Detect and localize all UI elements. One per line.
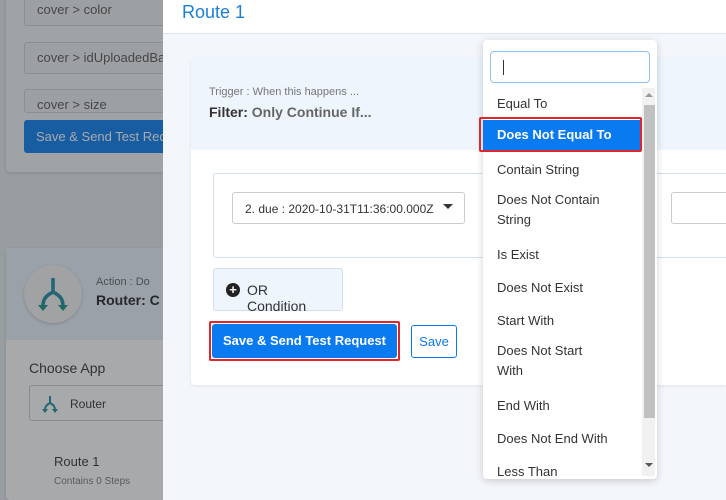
dropdown-option[interactable]: Does Not Exist <box>483 272 640 305</box>
dropdown-option[interactable]: Does Not Contain String <box>483 187 623 239</box>
filter-label: Filter: <box>209 104 248 120</box>
filter-text: Only Continue If... <box>251 104 372 120</box>
dropdown-option[interactable]: End With <box>483 390 640 423</box>
or-condition-label: OR Condition <box>247 282 307 314</box>
save-send-test-button[interactable]: Save & Send Test Request <box>212 324 397 358</box>
field-select[interactable]: 2. due : 2020-10-31T11:36:00.000Z <box>232 192 465 224</box>
modal-backdrop[interactable] <box>0 0 163 500</box>
scroll-down-icon[interactable] <box>645 463 653 467</box>
filter-heading: Filter: Only Continue If... <box>209 104 372 120</box>
dropdown-option[interactable]: Is Exist <box>483 239 640 272</box>
scroll-up-icon[interactable] <box>645 93 653 97</box>
dropdown-option[interactable]: Less Than <box>483 456 640 479</box>
dropdown-option[interactable]: Does Not Start With <box>483 338 623 390</box>
highlight-outline <box>479 117 642 152</box>
dropdown-search-input[interactable] <box>490 51 650 83</box>
or-condition-button[interactable]: + OR Condition <box>213 268 343 314</box>
caret-down-icon[interactable] <box>443 204 453 209</box>
save-button[interactable]: Save <box>411 325 457 358</box>
text-cursor <box>503 60 504 75</box>
dropdown-option[interactable]: Does Not End With <box>483 423 640 456</box>
condition-dropdown: Equal To Does Not Equal To Contain String D… <box>483 40 657 479</box>
scrollbar-thumb[interactable] <box>644 105 655 418</box>
dropdown-option[interactable]: Contain String <box>483 154 640 187</box>
plus-circle-icon: + <box>226 283 240 297</box>
trigger-label: Trigger : When this happens ... <box>209 86 359 98</box>
panel-header: Route 1 <box>163 0 726 34</box>
dropdown-option[interactable]: Start With <box>483 305 640 338</box>
panel-title: Route 1 <box>182 2 246 22</box>
scrollbar[interactable] <box>642 88 655 476</box>
value-input[interactable] <box>671 192 726 224</box>
